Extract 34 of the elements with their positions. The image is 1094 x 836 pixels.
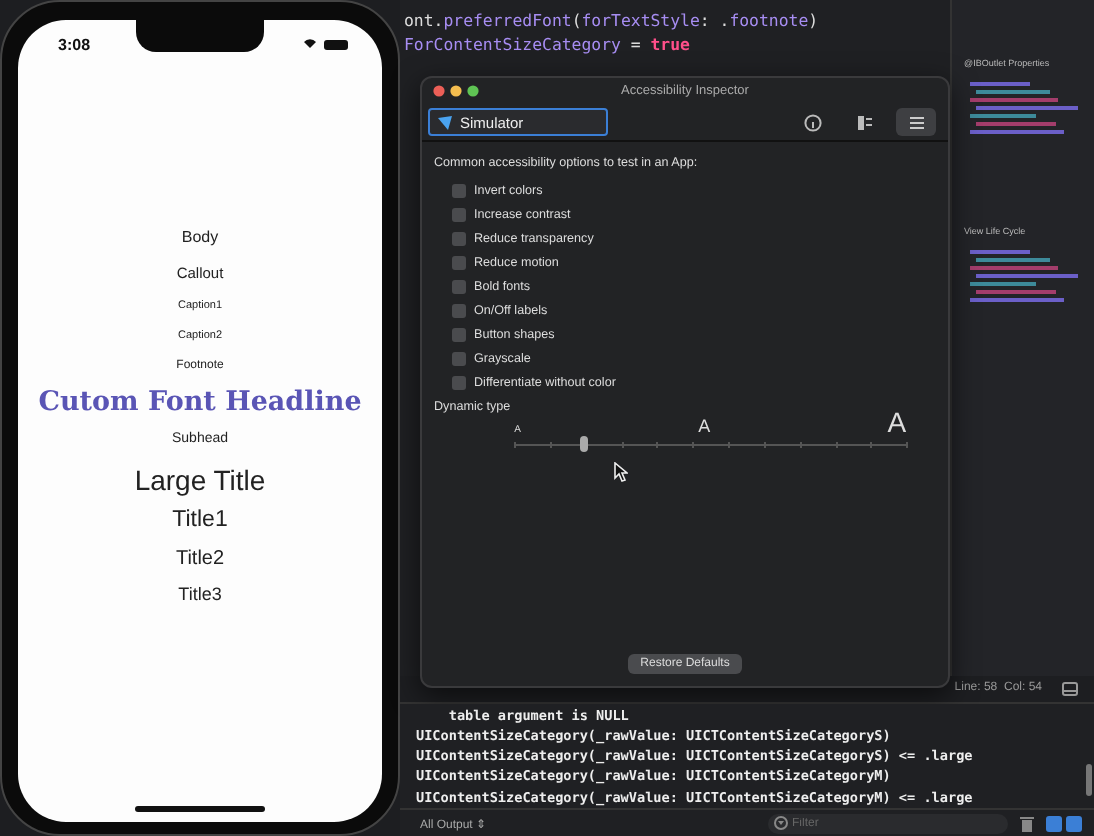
minimap-code-drawing: [964, 244, 1084, 304]
medium-size-glyph: A: [698, 418, 711, 436]
status-time: 3:08: [58, 36, 91, 54]
checkbox[interactable]: [452, 183, 466, 197]
text-style-label: Title1: [172, 508, 228, 537]
split-view-icon[interactable]: [1046, 815, 1082, 831]
text-style-label: Title3: [178, 584, 222, 606]
checkbox[interactable]: [452, 303, 466, 317]
checkbox[interactable]: [452, 279, 466, 293]
panel-toggle-icon[interactable]: [1062, 681, 1078, 696]
minimap-code-drawing: [964, 76, 1084, 136]
text-style-label: Cutom Font Headline: [38, 385, 362, 419]
checkbox[interactable]: [452, 351, 466, 365]
checkbox[interactable]: [452, 207, 466, 221]
code-line: ForContentSizeCategory = true: [404, 32, 692, 56]
settings-button[interactable]: [896, 108, 936, 136]
checkbox[interactable]: [452, 327, 466, 341]
checkbox[interactable]: [452, 231, 466, 245]
checkbox[interactable]: [452, 375, 466, 389]
scrollbar-thumb[interactable]: [1086, 763, 1092, 796]
info-icon: [803, 113, 821, 131]
code-line: ont.preferredFont(forTextStyle: .footnote): [404, 8, 821, 32]
filter-icon: [774, 816, 788, 830]
text-style-label: Title2: [175, 548, 225, 573]
trash-icon[interactable]: [1020, 815, 1034, 831]
text-style-label: Large Title: [134, 463, 266, 497]
checkbox[interactable]: [452, 255, 466, 269]
notch: [136, 20, 264, 52]
slider-thumb[interactable]: [580, 436, 589, 452]
large-size-glyph: A: [887, 408, 907, 436]
pointer-cursor-icon: [614, 462, 629, 482]
home-indicator: [135, 806, 265, 812]
text-style-label: Body: [181, 228, 219, 248]
list-panel-icon: [855, 113, 873, 131]
